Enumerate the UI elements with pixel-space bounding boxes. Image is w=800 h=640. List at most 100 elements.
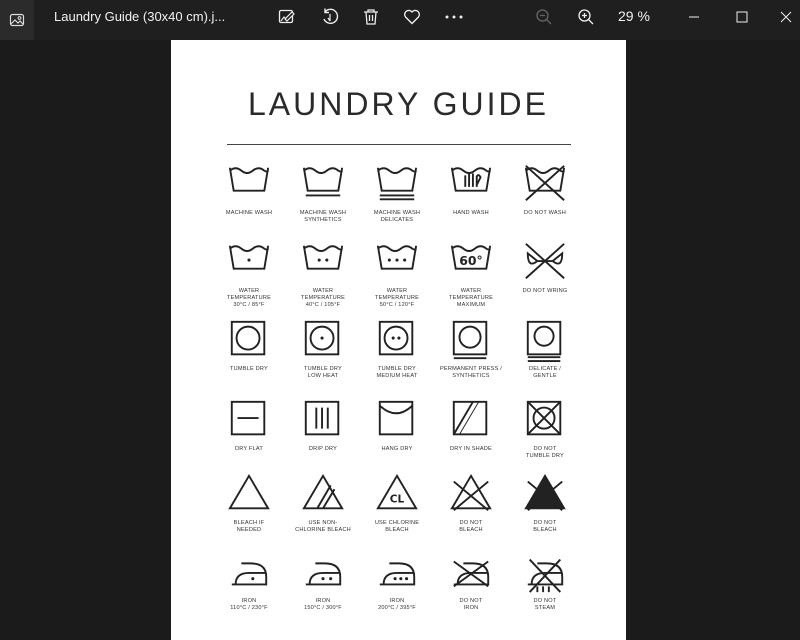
svg-text:60°: 60°: [459, 253, 483, 268]
symbol-label: USE CHLORINE BLEACH: [374, 520, 420, 533]
care-symbol: MACHINE WASH DELICATES: [357, 162, 437, 224]
care-symbol: DO NOT IRON: [431, 550, 511, 612]
edit-image-icon: [278, 9, 295, 24]
symbol-label: PERMANENT PRESS / SYNTHETICS: [439, 366, 503, 379]
photo-icon: [9, 13, 25, 27]
title-bar: Laundry Guide (30x40 cm).j... 29 %: [0, 0, 800, 40]
care-symbol: WATER TEMPERATURE 30°C / 85°F: [209, 240, 289, 309]
care-symbol: MACHINE WASH SYNTHETICS: [283, 162, 363, 224]
dry-in-shade-icon: [452, 400, 488, 436]
symbol-label: WATER TEMPERATURE 40°C / 105°F: [300, 288, 346, 308]
care-symbol: WATER TEMPERATURE 40°C / 105°F: [283, 240, 363, 309]
hang-dry-icon: [378, 400, 414, 436]
do-not-iron-icon: [453, 560, 490, 588]
minimize-icon: [689, 16, 699, 18]
minimize-button[interactable]: [680, 4, 708, 30]
symbol-label: DRY FLAT: [234, 446, 264, 452]
do-not-wash-icon: [524, 165, 566, 201]
favorite-button[interactable]: [398, 4, 426, 30]
do-not-wring-icon: [525, 243, 565, 279]
delete-button[interactable]: [357, 4, 385, 30]
close-icon: [780, 11, 792, 23]
care-symbol: DO NOT WASH: [505, 162, 585, 217]
do-not-steam-icon: [527, 558, 564, 593]
symbol-label: TUMBLE DRY MEDIUM HEAT: [376, 366, 418, 379]
tumble-dry-icon: [230, 320, 266, 356]
machine-wash-synthetics-icon: [302, 167, 344, 197]
symbol-label: BLEACH IF NEEDED: [233, 520, 265, 533]
machine-wash-icon: [228, 167, 270, 192]
care-symbol: IRON 150°C / 300°F: [283, 550, 363, 612]
edit-image-button[interactable]: [273, 4, 301, 30]
zoom-level[interactable]: 29 %: [618, 8, 650, 24]
iron-medium-icon: [305, 562, 342, 586]
rotate-icon: [323, 8, 339, 25]
symbol-label: USE NON- CHLORINE BLEACH: [295, 520, 351, 533]
zoom-out-button[interactable]: [530, 4, 558, 30]
care-symbol: IRON 200°C / 395°F: [357, 550, 437, 612]
do-not-tumble-dry-icon: [526, 400, 562, 436]
machine-wash-delicates-icon: [376, 167, 418, 201]
hand-wash-icon: [450, 167, 492, 192]
chlorine-bleach-icon: CL: [376, 473, 418, 510]
care-symbol: TUMBLE DRY: [209, 318, 289, 373]
iron-high-icon: [379, 562, 416, 586]
symbol-label: TUMBLE DRY LOW HEAT: [304, 366, 342, 379]
symbol-label: WATER TEMPERATURE MAXIMUM: [448, 288, 494, 308]
symbol-label: MACHINE WASH DELICATES: [373, 210, 421, 223]
app-icon[interactable]: [0, 0, 34, 40]
zoom-in-button[interactable]: [572, 4, 600, 30]
care-symbol: DO NOT TUMBLE DRY: [505, 398, 585, 460]
water-40-icon: [302, 245, 344, 270]
care-symbol: PERMANENT PRESS / SYNTHETICS: [431, 318, 511, 380]
care-symbol: CL USE CHLORINE BLEACH: [357, 472, 437, 534]
close-button[interactable]: [772, 4, 800, 30]
care-symbol: HAND WASH: [431, 162, 511, 217]
iron-low-icon: [231, 562, 268, 586]
symbol-label: IRON 200°C / 395°F: [378, 598, 416, 611]
bleach-if-needed-icon: [228, 473, 270, 510]
dry-flat-icon: [230, 400, 266, 436]
maximize-button[interactable]: [728, 4, 756, 30]
non-chlorine-bleach-icon: [302, 473, 344, 510]
care-symbol: TUMBLE DRY LOW HEAT: [283, 318, 363, 380]
symbol-label: DO NOT WRING: [522, 288, 568, 294]
symbol-label: DO NOT WASH: [524, 210, 566, 216]
symbol-label: DO NOT STEAM: [533, 598, 557, 611]
symbol-label: WATER TEMPERATURE 30°C / 85°F: [226, 288, 272, 308]
water-50-icon: [376, 245, 418, 270]
symbol-label: HANG DRY: [381, 446, 413, 452]
care-symbol: DRY FLAT: [209, 398, 289, 453]
delicate-gentle-icon: [526, 320, 562, 362]
care-symbol: DRIP DRY: [283, 398, 363, 453]
do-not-bleach-outline-icon: [450, 473, 492, 511]
permanent-press-icon: [452, 320, 488, 360]
care-symbol: DO NOT BLEACH: [505, 472, 585, 534]
more-button[interactable]: [440, 4, 468, 30]
symbol-label: MACHINE WASH: [225, 210, 273, 216]
poster-image: LAUNDRY GUIDE MACHINE WASH MACHINE WASH S…: [171, 40, 626, 640]
care-symbol: WATER TEMPERATURE 50°C / 120°F: [357, 240, 437, 309]
symbol-label: HAND WASH: [453, 210, 489, 216]
svg-text:CL: CL: [390, 494, 405, 506]
tumble-dry-low-icon: [304, 320, 340, 356]
care-symbol: USE NON- CHLORINE BLEACH: [283, 472, 363, 534]
care-symbol: DO NOT BLEACH: [431, 472, 511, 534]
symbol-label: IRON 110°C / 230°F: [230, 598, 268, 611]
water-60-icon: 60°: [450, 245, 492, 270]
symbol-label: TUMBLE DRY: [230, 366, 268, 372]
title-divider: [227, 144, 571, 145]
symbol-label: DO NOT BLEACH: [459, 520, 483, 533]
delete-icon: [364, 9, 378, 25]
maximize-icon: [736, 11, 748, 23]
care-symbol: BLEACH IF NEEDED: [209, 472, 289, 534]
care-symbol: TUMBLE DRY MEDIUM HEAT: [357, 318, 437, 380]
tumble-dry-medium-icon: [378, 320, 414, 356]
symbol-label: DRY IN SHADE: [450, 446, 492, 452]
symbol-label: DO NOT BLEACH: [533, 520, 557, 533]
rotate-button[interactable]: [316, 4, 344, 30]
care-symbol: MACHINE WASH: [209, 162, 289, 217]
zoom-out-icon: [536, 9, 552, 25]
file-title: Laundry Guide (30x40 cm).j...: [54, 9, 226, 24]
care-symbol: 60° WATER TEMPERATURE MAXIMUM: [431, 240, 511, 309]
